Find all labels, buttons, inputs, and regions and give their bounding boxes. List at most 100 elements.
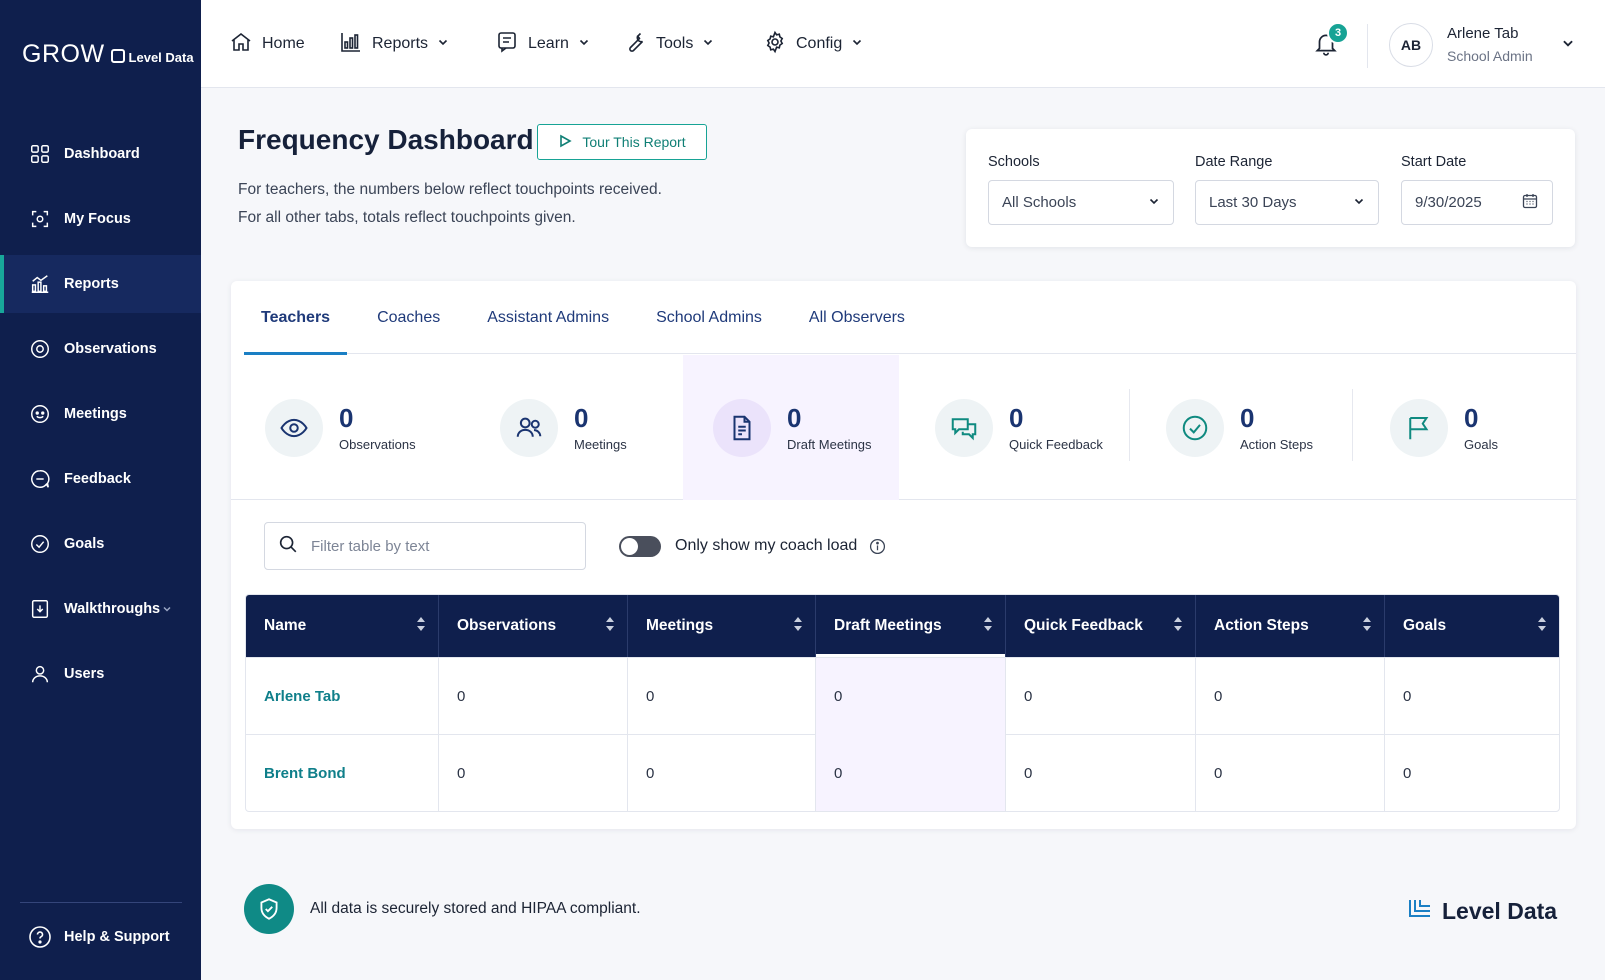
column-header-action-steps[interactable]: Action Steps — [1196, 595, 1385, 657]
document-icon — [713, 398, 771, 457]
sort-icon[interactable] — [983, 616, 993, 637]
role-tabs: Teachers Coaches Assistant Admins School… — [244, 281, 1576, 355]
stat-action-steps: 0 Action Steps — [1166, 355, 1313, 500]
dashboard-icon — [28, 142, 52, 166]
top-bar: Home Reports Learn Tools Config 3 AB Arl… — [201, 0, 1605, 88]
topnav-config[interactable]: Config — [763, 30, 893, 58]
sort-icon[interactable] — [605, 616, 615, 637]
sidebar-item-dashboard[interactable]: Dashboard — [0, 125, 201, 183]
page-description: For teachers, the numbers below reflect … — [238, 176, 662, 232]
coach-load-toggle[interactable] — [619, 536, 661, 557]
start-date-input[interactable]: 9/30/2025 — [1401, 180, 1553, 225]
topnav-reports[interactable]: Reports — [339, 30, 495, 58]
topnav-label: Tools — [656, 35, 694, 52]
notification-badge: 3 — [1327, 22, 1349, 44]
table-filter[interactable] — [264, 522, 586, 570]
sidebar-item-reports[interactable]: Reports — [0, 255, 201, 313]
table-cell: 0 — [1196, 658, 1385, 735]
topnav-learn[interactable]: Learn — [495, 30, 623, 58]
level-data-logo-text: Level Data — [1442, 897, 1558, 924]
column-header-draft-meetings[interactable]: Draft Meetings — [816, 595, 1006, 657]
stat-label: Goals — [1464, 437, 1498, 452]
teacher-name-link[interactable]: Brent Bond — [246, 735, 439, 811]
wrench-icon — [623, 30, 647, 59]
company-name: Level Data — [128, 50, 194, 65]
sidebar-divider — [20, 902, 182, 903]
stat-draft-meetings: 0 Draft Meetings — [683, 355, 899, 500]
search-icon — [277, 533, 299, 560]
tab-coaches[interactable]: Coaches — [360, 281, 457, 354]
schools-value: All Schools — [1002, 194, 1077, 211]
sidebar-item-label: Users — [64, 666, 105, 682]
sidebar-item-label: Dashboard — [64, 146, 140, 162]
sidebar-item-label: Goals — [64, 536, 105, 552]
sort-icon[interactable] — [1173, 616, 1183, 637]
table-header: Name Observations Meetings Draft Meeting… — [246, 595, 1559, 657]
column-header-observations[interactable]: Observations — [439, 595, 628, 657]
search-input[interactable] — [311, 537, 571, 555]
chevron-down-icon — [162, 602, 172, 618]
table-cell: 0 — [816, 735, 1006, 811]
column-label: Quick Feedback — [1024, 617, 1143, 634]
stat-label: Quick Feedback — [1009, 437, 1103, 452]
table-cell: 0 — [439, 735, 628, 811]
sidebar-item-users[interactable]: Users — [0, 645, 201, 703]
description-line: For all other tabs, totals reflect touch… — [238, 209, 576, 226]
help-support-link[interactable]: Help & Support — [28, 925, 170, 949]
info-icon[interactable] — [869, 538, 886, 560]
tab-assistant-admins[interactable]: Assistant Admins — [470, 281, 626, 354]
topnav-home[interactable]: Home — [229, 30, 339, 58]
tab-all-observers[interactable]: All Observers — [792, 281, 922, 354]
sidebar-item-label: Meetings — [64, 406, 127, 422]
sidebar-item-my-focus[interactable]: My Focus — [0, 190, 201, 248]
frequency-table: Name Observations Meetings Draft Meeting… — [245, 594, 1560, 812]
topnav-label: Reports — [372, 35, 429, 52]
stat-meetings: 0 Meetings — [500, 355, 627, 500]
stat-observations: 0 Observations — [265, 355, 416, 500]
date-range-select[interactable]: Last 30 Days — [1195, 180, 1379, 225]
sidebar-item-feedback[interactable]: Feedback — [0, 450, 201, 508]
date-range-value: Last 30 Days — [1209, 194, 1297, 211]
sidebar-item-label: Observations — [64, 341, 157, 357]
topnav-tools[interactable]: Tools — [623, 30, 763, 58]
stat-label: Observations — [339, 437, 416, 452]
column-header-quick-feedback[interactable]: Quick Feedback — [1006, 595, 1196, 657]
sort-icon[interactable] — [1537, 616, 1547, 637]
tab-teachers[interactable]: Teachers — [244, 281, 348, 355]
chevron-down-icon — [1148, 194, 1160, 211]
start-date-value: 9/30/2025 — [1415, 194, 1482, 211]
tour-report-button[interactable]: Tour This Report — [537, 124, 707, 160]
stats-row: 0 Observations 0 Meetings 0 Draft Meetin… — [231, 355, 1576, 500]
sidebar-item-meetings[interactable]: Meetings — [0, 385, 201, 443]
sort-icon[interactable] — [416, 616, 426, 637]
column-label: Action Steps — [1214, 617, 1309, 634]
column-header-name[interactable]: Name — [246, 595, 439, 657]
user-name[interactable]: Arlene Tab — [1447, 25, 1518, 42]
column-label: Name — [264, 617, 307, 634]
security-note: All data is securely stored and HIPAA co… — [310, 900, 641, 917]
home-icon — [229, 30, 253, 59]
chevron-down-icon — [1353, 194, 1365, 211]
learn-icon — [495, 30, 519, 59]
tab-school-admins[interactable]: School Admins — [639, 281, 779, 354]
sidebar-item-walkthroughs[interactable]: Walkthroughs — [0, 580, 201, 638]
teacher-name-link[interactable]: Arlene Tab — [246, 658, 439, 735]
sort-icon[interactable] — [793, 616, 803, 637]
meetings-icon — [28, 402, 52, 426]
column-header-meetings[interactable]: Meetings — [628, 595, 816, 657]
calendar-icon[interactable] — [1521, 192, 1539, 214]
report-card: Teachers Coaches Assistant Admins School… — [231, 281, 1576, 829]
table-cell: 0 — [816, 658, 1006, 735]
sidebar-item-goals[interactable]: Goals — [0, 515, 201, 573]
table-row: Brent Bond 0 0 0 0 0 0 — [246, 734, 1559, 811]
sort-icon[interactable] — [1362, 616, 1372, 637]
schools-select[interactable]: All Schools — [988, 180, 1174, 225]
sidebar-item-observations[interactable]: Observations — [0, 320, 201, 378]
user-menu-chevron-icon[interactable] — [1561, 36, 1575, 55]
grow-logo[interactable]: GROW Level Data — [22, 40, 194, 69]
column-header-goals[interactable]: Goals — [1385, 595, 1559, 657]
avatar[interactable]: AB — [1389, 23, 1433, 67]
table-cell: 0 — [1006, 658, 1196, 735]
sidebar-item-label: Walkthroughs — [64, 601, 161, 617]
walkthroughs-icon — [28, 597, 52, 621]
